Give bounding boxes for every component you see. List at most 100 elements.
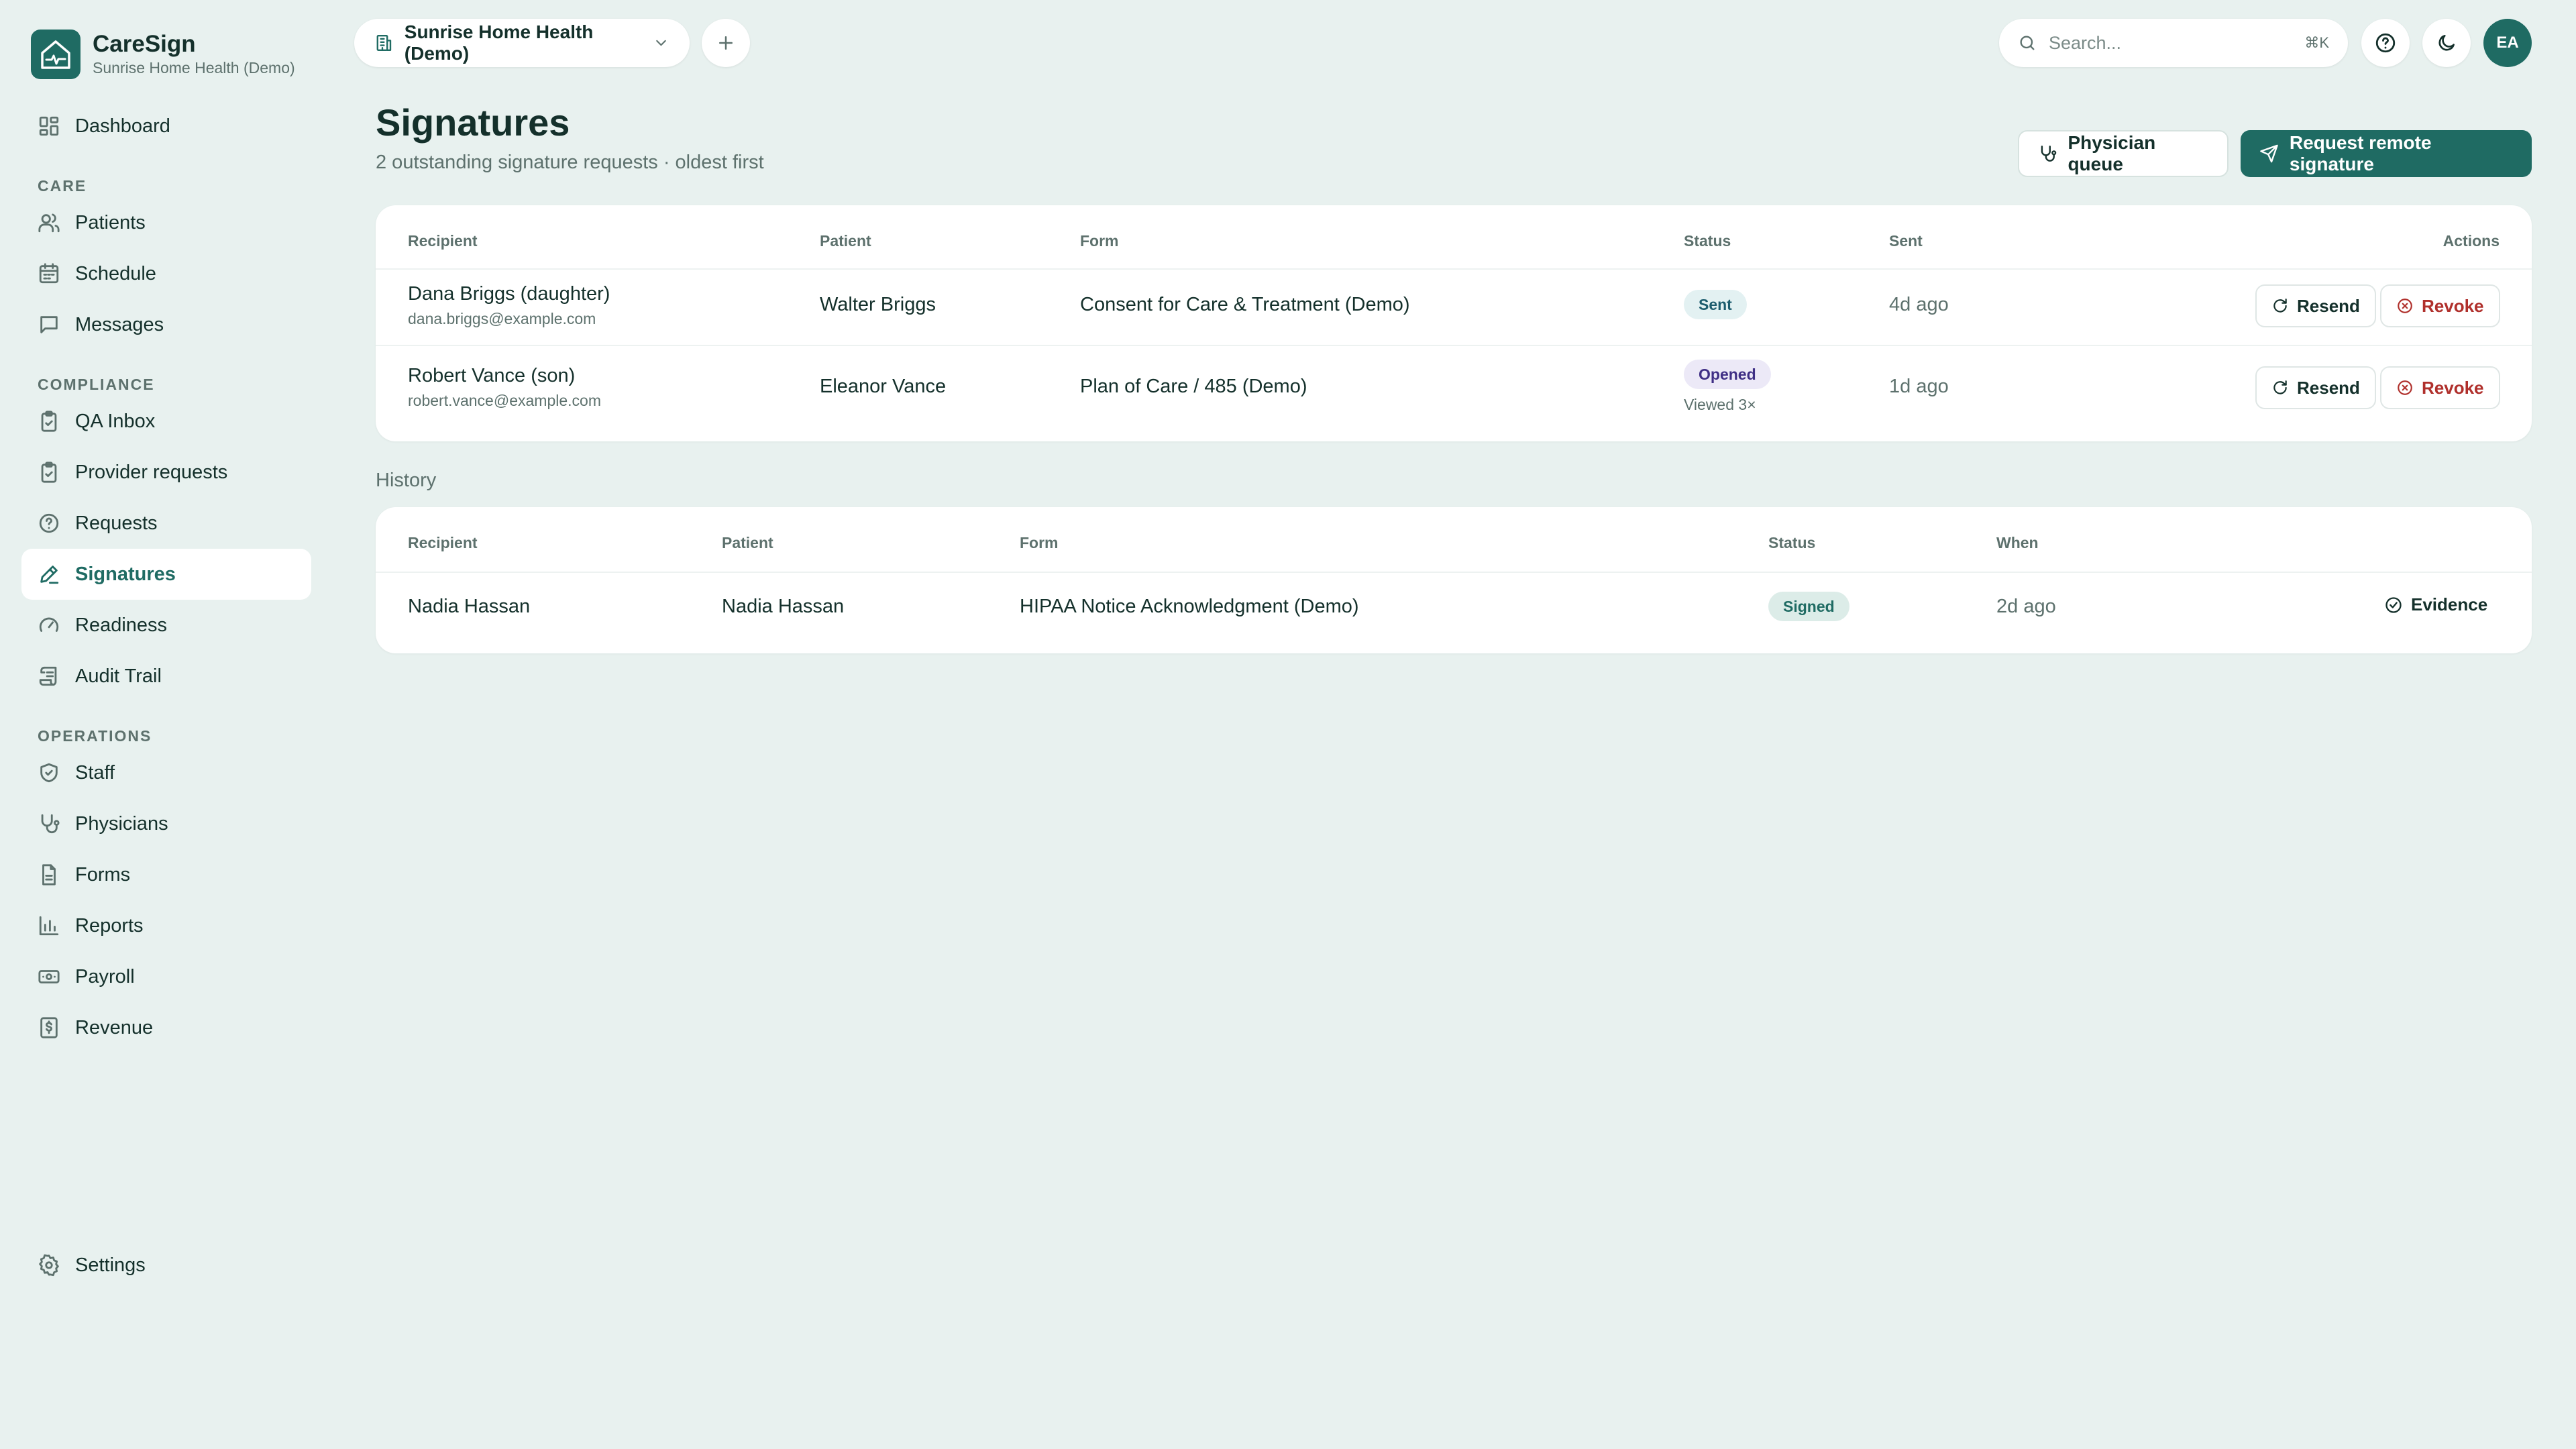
sidebar-item-label: QA Inbox	[75, 410, 156, 432]
org-selector-label: Sunrise Home Health (Demo)	[404, 21, 594, 64]
help-button[interactable]	[2361, 19, 2410, 67]
recipient-name: Nadia Hassan	[408, 596, 531, 617]
brand[interactable]: CareSign Sunrise Home Health (Demo)	[31, 30, 295, 79]
form-name: Consent for Care & Treatment (Demo)	[1080, 294, 1410, 315]
org-selector[interactable]: Sunrise Home Health (Demo)	[354, 19, 690, 67]
search-shortcut: ⌘K	[2304, 34, 2329, 51]
sidebar-item-audit-trail[interactable]: Audit Trail	[21, 651, 311, 702]
sidebar-item-provider-requests[interactable]: Provider requests	[21, 447, 311, 498]
moon-icon	[2438, 35, 2455, 51]
sidebar-item-label: Revenue	[75, 1016, 154, 1038]
sidebar-item-reports[interactable]: Reports	[21, 900, 311, 951]
sidebar-item-label: Physicians	[75, 812, 168, 835]
sidebar-item-label: Patients	[75, 211, 146, 233]
sidebar-item-patients[interactable]: Patients	[21, 197, 311, 248]
resend-label: Resend	[2297, 377, 2360, 398]
status-badge: Opened	[1684, 360, 1771, 389]
chevron-down-icon	[656, 40, 666, 46]
page-subtitle: 2 outstanding signature requests · oldes…	[376, 152, 764, 173]
sidebar-item-label: Reports	[75, 914, 144, 936]
physician-queue-button[interactable]: Physician queue	[2018, 130, 2229, 177]
sidebar-item-label: Signatures	[75, 563, 176, 585]
patient-name: Eleanor Vance	[820, 376, 947, 397]
nav-section-operations: OPERATIONS	[38, 727, 152, 745]
sidebar-item-forms[interactable]: Forms	[21, 849, 311, 900]
column-header-actions: Actions	[2443, 232, 2500, 250]
outstanding-requests-table: Recipient Patient Form Status Sent Actio…	[376, 205, 2532, 441]
avatar[interactable]: EA	[2483, 19, 2532, 67]
column-header-form: Form	[1020, 534, 1059, 551]
evidence-label: Evidence	[2411, 594, 2488, 614]
patient-name: Walter Briggs	[820, 294, 936, 315]
column-header-patient: Patient	[820, 232, 871, 250]
request-remote-signature-button[interactable]: Request remote signature	[2241, 130, 2532, 177]
resend-button[interactable]: Resend	[2255, 366, 2376, 409]
sidebar-item-revenue[interactable]: Revenue	[21, 1002, 311, 1053]
recipient-name: Dana Briggs (daughter)	[408, 283, 610, 305]
calendar-icon	[39, 263, 59, 284]
sidebar-item-physicians[interactable]: Physicians	[21, 798, 311, 849]
divider	[376, 345, 2532, 346]
pen-icon	[40, 566, 59, 584]
dashboard-icon	[39, 116, 59, 136]
sidebar-item-messages[interactable]: Messages	[21, 299, 311, 350]
stethoscope-icon	[2041, 146, 2057, 162]
column-header-patient: Patient	[722, 534, 773, 551]
send-icon	[2260, 144, 2278, 163]
sidebar-item-schedule[interactable]: Schedule	[21, 248, 311, 299]
gauge-icon	[39, 617, 59, 632]
theme-toggle-button[interactable]	[2422, 19, 2471, 67]
recipient-email: dana.briggs@example.com	[408, 310, 596, 327]
gear-icon	[39, 1254, 59, 1277]
when-time: 2d ago	[1996, 596, 2056, 617]
column-header-status: Status	[1684, 232, 1731, 250]
resend-button[interactable]: Resend	[2255, 284, 2376, 327]
revoke-button[interactable]: Revoke	[2380, 366, 2500, 409]
sidebar-item-readiness[interactable]: Readiness	[21, 600, 311, 651]
sidebar-item-payroll[interactable]: Payroll	[21, 951, 311, 1002]
revoke-label: Revoke	[2422, 295, 2484, 316]
help-circle-icon	[2375, 33, 2396, 53]
refresh-icon	[2273, 299, 2287, 313]
search-box[interactable]: ⌘K	[1999, 19, 2348, 67]
nav-section-compliance: COMPLIANCE	[38, 376, 155, 393]
sidebar: CareSign Sunrise Home Health (Demo) Dash…	[0, 0, 333, 1449]
caresign-logo-icon	[31, 30, 80, 79]
x-circle-icon	[2398, 299, 2412, 313]
add-button[interactable]	[702, 19, 750, 67]
plus-icon	[719, 36, 733, 50]
status-badge: Signed	[1768, 592, 1849, 621]
search-input[interactable]	[2049, 32, 2290, 54]
evidence-link[interactable]: Evidence	[2384, 594, 2487, 615]
sidebar-item-signatures[interactable]: Signatures	[21, 549, 311, 600]
page-title: Signatures	[376, 101, 570, 144]
sidebar-item-settings[interactable]: Settings	[38, 1240, 146, 1291]
recipient-email: robert.vance@example.com	[408, 392, 601, 409]
refresh-icon	[2273, 380, 2287, 394]
form-name: Plan of Care / 485 (Demo)	[1080, 376, 1307, 397]
sidebar-item-label: Messages	[75, 313, 164, 335]
file-text-icon	[42, 864, 56, 885]
history-heading: History	[376, 470, 437, 491]
help-circle-icon	[39, 513, 59, 533]
sidebar-item-label: Payroll	[75, 965, 135, 987]
sidebar-item-qa-inbox[interactable]: QA Inbox	[21, 396, 311, 447]
users-icon	[38, 213, 60, 233]
status-note: Viewed 3×	[1684, 396, 1756, 413]
shield-icon	[40, 763, 58, 783]
sidebar-item-label: Audit Trail	[75, 665, 162, 687]
physician-queue-label: Physician queue	[2068, 132, 2156, 174]
column-header-sent: Sent	[1889, 232, 1923, 250]
x-circle-icon	[2398, 380, 2412, 395]
sidebar-item-requests[interactable]: Requests	[21, 498, 311, 549]
revoke-button[interactable]: Revoke	[2380, 284, 2500, 327]
sidebar-item-staff[interactable]: Staff	[21, 747, 311, 798]
sent-time: 4d ago	[1889, 294, 1949, 315]
bar-chart-icon	[39, 916, 59, 936]
nav-section-care: CARE	[38, 177, 87, 195]
column-header-recipient: Recipient	[408, 232, 478, 250]
sidebar-item-dashboard[interactable]: Dashboard	[21, 101, 311, 152]
sidebar-item-label: Requests	[75, 512, 158, 534]
recipient-name: Robert Vance (son)	[408, 365, 576, 386]
stethoscope-icon	[41, 814, 60, 834]
